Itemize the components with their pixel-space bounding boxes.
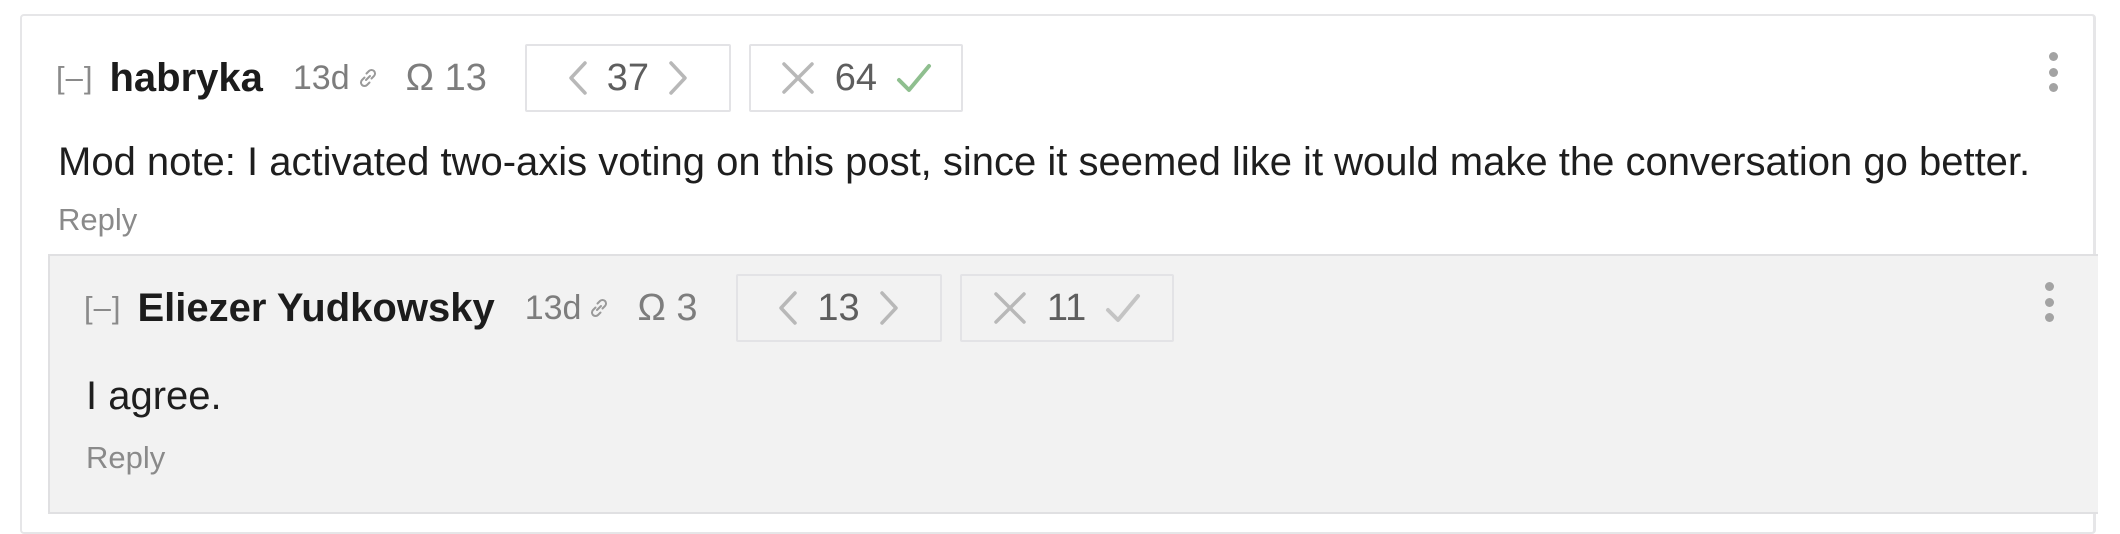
disagree-x-icon[interactable] bbox=[991, 289, 1029, 327]
comment-author[interactable]: habryka bbox=[109, 56, 262, 101]
karma-score: 37 bbox=[606, 56, 649, 99]
agreement-score: 11 bbox=[1046, 286, 1087, 329]
alignment-karma: Ω 13 bbox=[405, 56, 487, 99]
chevron-right-icon[interactable] bbox=[878, 289, 900, 327]
link-icon[interactable] bbox=[356, 66, 380, 90]
chevron-left-icon[interactable] bbox=[567, 59, 589, 97]
comment-age[interactable]: 13d bbox=[525, 289, 582, 328]
collapse-toggle[interactable]: [–] bbox=[84, 290, 121, 326]
agreement-score: 64 bbox=[834, 56, 877, 99]
comment-body: Mod note: I activated two-axis voting on… bbox=[58, 140, 2031, 184]
comment-thread: [–] habryka 13d Ω 13 37 64 Mod note: I a… bbox=[20, 14, 2098, 534]
comment-age-link[interactable]: 13d bbox=[293, 59, 406, 98]
karma-vote-box: 13 bbox=[735, 274, 942, 342]
agreement-vote-box: 11 bbox=[959, 274, 1174, 342]
chevron-right-icon[interactable] bbox=[667, 59, 689, 97]
alignment-karma: Ω 3 bbox=[637, 286, 698, 329]
agree-check-icon[interactable] bbox=[1104, 289, 1142, 327]
comment-meta-child: [–] Eliezer Yudkowsky 13d Ω 3 13 11 bbox=[84, 272, 1192, 344]
chevron-left-icon[interactable] bbox=[777, 289, 799, 327]
comment-body: I agree. bbox=[86, 374, 222, 418]
comment-meta-parent: [–] habryka 13d Ω 13 37 64 bbox=[56, 42, 981, 114]
comment-age[interactable]: 13d bbox=[293, 59, 350, 98]
agreement-vote-box: 64 bbox=[748, 44, 963, 112]
collapse-toggle[interactable]: [–] bbox=[56, 60, 93, 96]
nested-comment: [–] Eliezer Yudkowsky 13d Ω 3 13 11 I ag… bbox=[48, 254, 2098, 514]
more-options-icon[interactable] bbox=[2042, 282, 2056, 322]
comment-author[interactable]: Eliezer Yudkowsky bbox=[137, 286, 494, 331]
reply-link[interactable]: Reply bbox=[86, 440, 165, 476]
karma-score: 13 bbox=[817, 286, 860, 329]
more-options-icon[interactable] bbox=[2046, 52, 2060, 92]
reply-link[interactable]: Reply bbox=[58, 202, 137, 238]
comment-age-link[interactable]: 13d bbox=[525, 289, 638, 328]
link-icon[interactable] bbox=[587, 296, 611, 320]
disagree-x-icon[interactable] bbox=[779, 59, 817, 97]
karma-vote-box: 37 bbox=[524, 44, 731, 112]
agree-check-icon[interactable] bbox=[895, 59, 933, 97]
